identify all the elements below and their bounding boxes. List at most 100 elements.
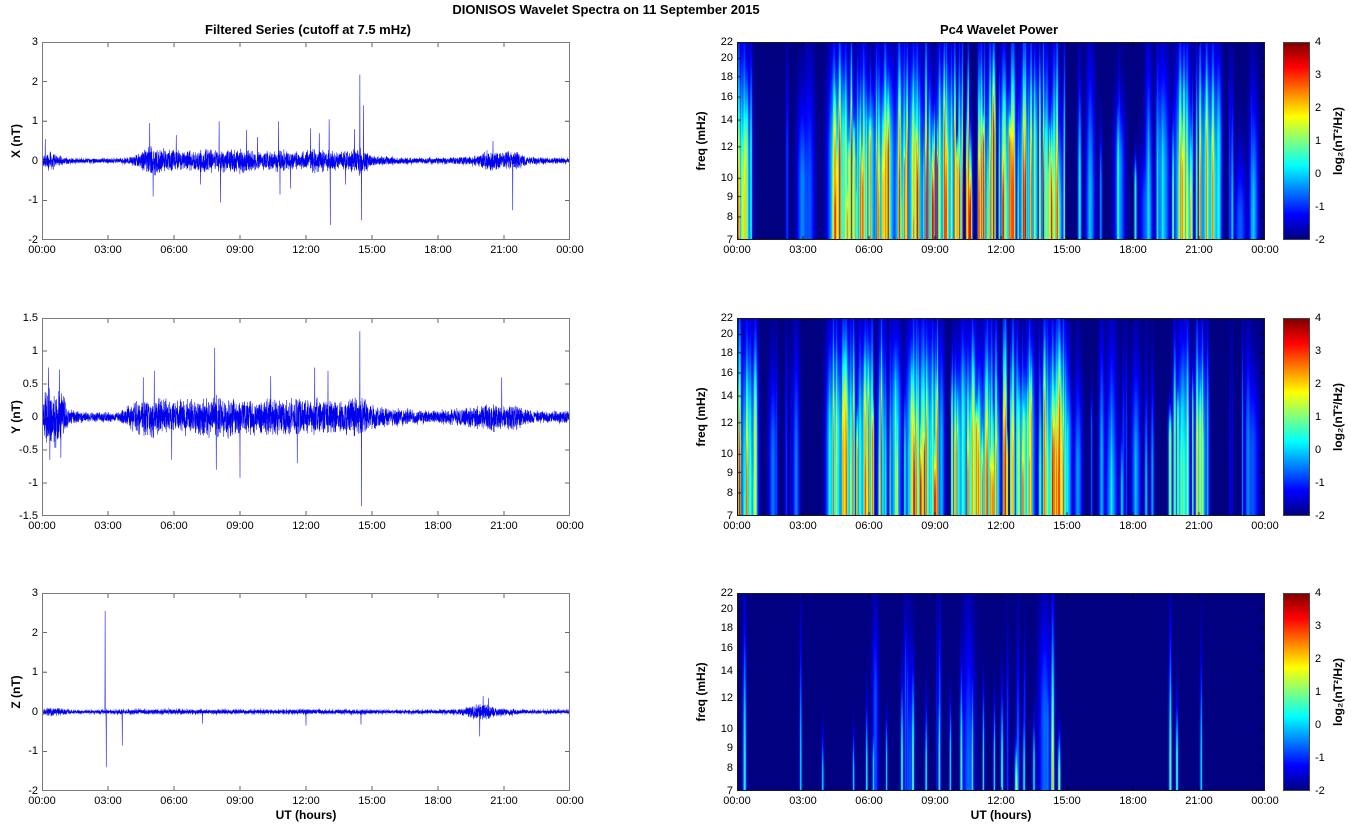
colorbar-label-row2: log₂(nT²/Hz) [1331, 383, 1345, 451]
ut-hours-label-left: UT (hours) [275, 808, 337, 822]
x-tick-label: 09:00 [921, 244, 949, 256]
freq-tick-label: 8 [726, 761, 733, 774]
y-tick-label: -1 [28, 745, 38, 758]
freq-tick-label: 18 [720, 346, 733, 359]
x-tick-label: 00:00 [1251, 520, 1279, 532]
y-tick-label: -1 [28, 194, 38, 207]
y-tick-label: -1.5 [19, 510, 38, 522]
y-wavelet-spectrogram [737, 318, 1265, 516]
colorbar-tick-label: -1 [1315, 201, 1325, 213]
freq-tick-label: 8 [726, 210, 733, 223]
y-tick-label: 0 [31, 705, 38, 718]
freq-tick-label: 20 [720, 603, 733, 616]
freq-tick-label: 16 [720, 367, 733, 380]
freq-tick-label: 14 [720, 114, 733, 127]
figure-title: DIONISOS Wavelet Spectra on 11 September… [452, 2, 760, 17]
x-tick-label: 15:00 [1053, 795, 1081, 807]
x-tick-label: 15:00 [358, 520, 386, 532]
colorbar-label-row1: log₂(nT²/Hz) [1331, 107, 1345, 175]
freq-tick-label: 20 [720, 328, 733, 341]
freq-tick-label: 14 [720, 390, 733, 403]
x-tick-label: 06:00 [855, 244, 883, 256]
colorbar-tick-label: 4 [1315, 587, 1322, 599]
y-tick-label: 1.5 [22, 312, 38, 324]
colorbar-tick-label: -2 [1315, 785, 1325, 797]
freq-tick-label: 10 [720, 172, 733, 185]
freq-tick-label: 7 [726, 510, 733, 522]
colorbar-tick-label: 0 [1315, 719, 1322, 731]
colorbar-tick-label: 2 [1315, 378, 1322, 390]
y-tick-label: 1 [31, 115, 38, 128]
freq-tick-label: 18 [720, 621, 733, 634]
y-tick-label: -2 [28, 234, 38, 246]
x-tick-label: 12:00 [987, 520, 1015, 532]
freq-tick-label: 12 [720, 416, 733, 429]
colorbar-tick-label: 1 [1315, 686, 1322, 698]
freq-tick-label: 7 [726, 785, 733, 797]
x-tick-label: 09:00 [921, 520, 949, 532]
freq-tick-label: 9 [726, 741, 733, 754]
x-tick-label: 21:00 [1185, 244, 1213, 256]
filtered-series-title: Filtered Series (cutoff at 7.5 mHz) [205, 22, 411, 37]
colorbar-tick-label: 2 [1315, 653, 1322, 665]
freq-tick-label: 10 [720, 448, 733, 461]
ut-hours-label-right: UT (hours) [970, 808, 1032, 822]
colorbar-tick-label: -2 [1315, 510, 1325, 522]
colorbar-tick-label: 3 [1315, 345, 1322, 357]
x-tick-label: 06:00 [855, 520, 883, 532]
freq-tick-label: 16 [720, 642, 733, 655]
x-tick-label: 09:00 [226, 244, 254, 256]
x-tick-label: 09:00 [921, 795, 949, 807]
freq-tick-label: 8 [726, 486, 733, 499]
x-tick-label: 00:00 [1251, 244, 1279, 256]
x-tick-label: 15:00 [1053, 520, 1081, 532]
colorbar-tick-label: 2 [1315, 102, 1322, 114]
colorbar-tick-label: 0 [1315, 444, 1322, 456]
x-tick-label: 21:00 [490, 520, 518, 532]
y-tick-label: 0 [31, 411, 38, 423]
x-tick-label: 21:00 [1185, 520, 1213, 532]
colorbar-tick-label: 3 [1315, 69, 1322, 81]
y-tick-label: 0.5 [22, 378, 38, 390]
y-tick-label: -2 [28, 785, 38, 797]
x-tick-label: 18:00 [1119, 244, 1147, 256]
colorbar-tick-label: 0 [1315, 168, 1322, 180]
y-tick-label: 2 [31, 75, 38, 88]
x-tick-label: 15:00 [1053, 244, 1081, 256]
colorbar-tick-label: 3 [1315, 620, 1322, 632]
colorbar-tick-label: 4 [1315, 312, 1322, 324]
freq-tick-label: 9 [726, 190, 733, 203]
freq-tick-label: 9 [726, 466, 733, 479]
colorbar-label-row3: log₂(nT²/Hz) [1331, 658, 1345, 726]
colorbar-x [1283, 42, 1310, 240]
z-axis-label: Z (nT) [9, 675, 23, 709]
x-tick-label: 00:00 [1251, 795, 1279, 807]
freq-tick-label: 20 [720, 52, 733, 65]
x-tick-label: 03:00 [94, 244, 122, 256]
x-tick-label: 06:00 [855, 795, 883, 807]
freq-tick-label: 22 [720, 312, 733, 324]
y-tick-label: -1 [28, 477, 38, 489]
x-tick-label: 09:00 [226, 520, 254, 532]
colorbar-z [1283, 593, 1310, 791]
colorbar-tick-label: 1 [1315, 411, 1322, 423]
y-tick-label: 3 [31, 36, 38, 48]
freq-tick-label: 22 [720, 36, 733, 48]
x-tick-label: 00:00 [556, 795, 584, 807]
x-tick-label: 03:00 [94, 520, 122, 532]
z-series-plot [42, 593, 570, 791]
freq-tick-label: 16 [720, 91, 733, 104]
freq-tick-label: 18 [720, 70, 733, 83]
y-tick-label: 2 [31, 626, 38, 639]
x-tick-label: 12:00 [292, 795, 320, 807]
x-tick-label: 21:00 [1185, 795, 1213, 807]
y-tick-label: 1 [31, 345, 38, 357]
x-tick-label: 18:00 [1119, 520, 1147, 532]
wavelet-spectra-figure: DIONISOS Wavelet Spectra on 11 September… [0, 0, 1351, 827]
pc4-wavelet-power-title: Pc4 Wavelet Power [939, 22, 1059, 37]
y-tick-label: -0.5 [19, 444, 38, 456]
x-tick-label: 06:00 [160, 795, 188, 807]
freq-tick-label: 7 [726, 234, 733, 246]
x-tick-label: 06:00 [160, 520, 188, 532]
x-tick-label: 21:00 [490, 244, 518, 256]
